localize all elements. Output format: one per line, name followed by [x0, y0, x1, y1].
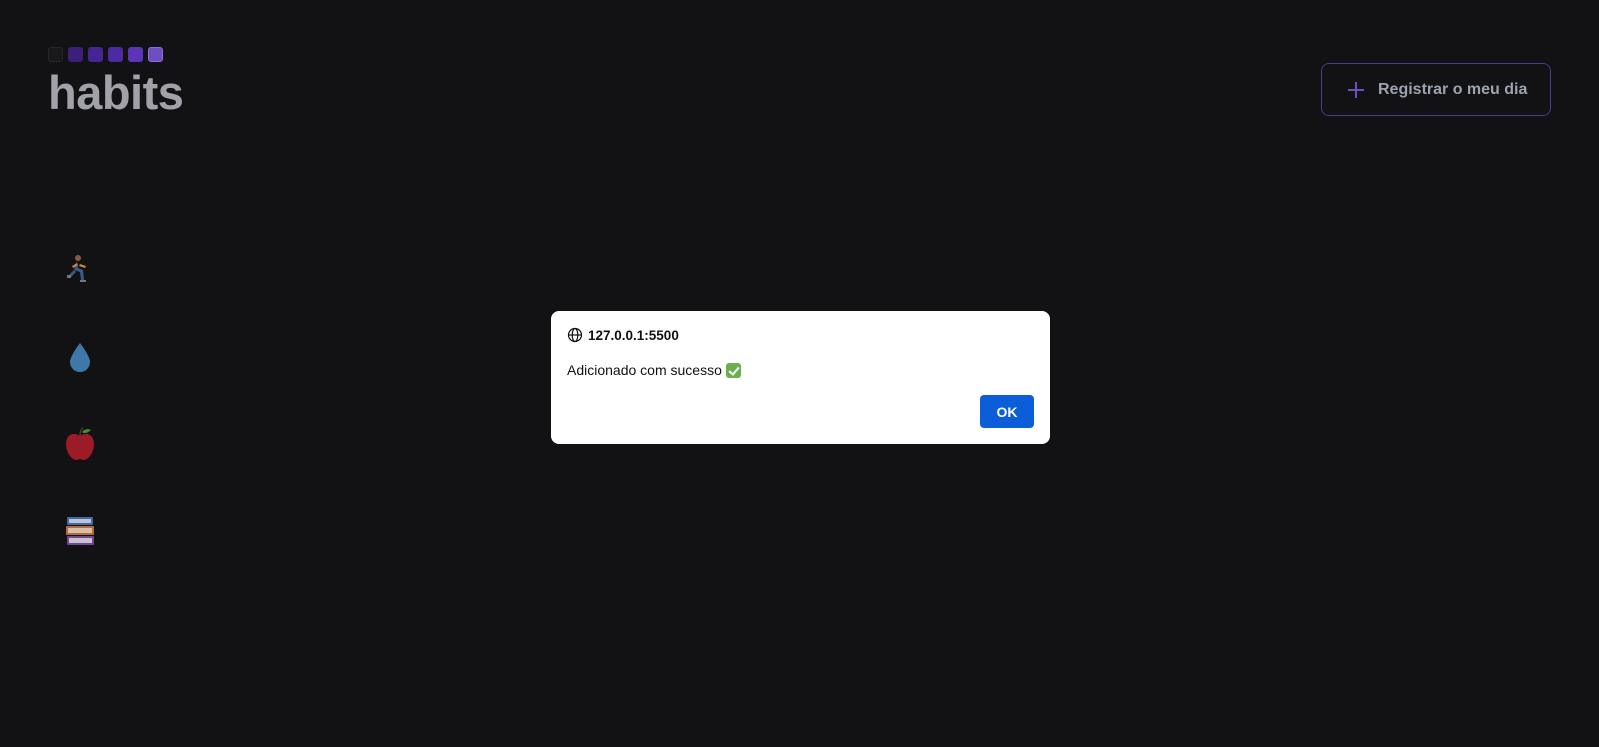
habit-item[interactable] [60, 424, 100, 464]
plus-icon [1348, 81, 1364, 98]
globe-icon [567, 327, 583, 343]
habit-list [60, 250, 100, 598]
water-drop-icon [70, 343, 90, 372]
habit-item[interactable] [60, 337, 100, 377]
logo-square [88, 47, 103, 62]
logo-square [68, 47, 83, 62]
logo-square [148, 47, 163, 62]
logo-square [48, 47, 63, 62]
books-icon [66, 517, 94, 545]
page: habits Registrar o meu dia 127.0.0.1:550… [0, 0, 1599, 747]
logo-squares [48, 47, 183, 63]
running-person-icon [67, 255, 86, 282]
alert-dialog: 127.0.0.1:5500 Adicionado com sucesso OK [551, 311, 1050, 444]
logo-square [108, 47, 123, 62]
habit-item[interactable] [60, 511, 100, 551]
dialog-origin-text: 127.0.0.1:5500 [588, 327, 679, 343]
ok-button[interactable]: OK [980, 395, 1034, 428]
register-day-button[interactable]: Registrar o meu dia [1321, 63, 1551, 116]
dialog-message: Adicionado com sucesso [567, 362, 741, 378]
check-mark-button-icon [725, 362, 741, 378]
logo-title: habits [48, 66, 184, 119]
dialog-message-text: Adicionado com sucesso [567, 362, 722, 378]
apple-icon [66, 427, 94, 460]
logo-square [128, 47, 143, 62]
dialog-origin: 127.0.0.1:5500 [567, 327, 679, 343]
habit-item[interactable] [60, 250, 100, 290]
logo: habits [48, 47, 184, 119]
register-day-label: Registrar o meu dia [1378, 80, 1528, 98]
